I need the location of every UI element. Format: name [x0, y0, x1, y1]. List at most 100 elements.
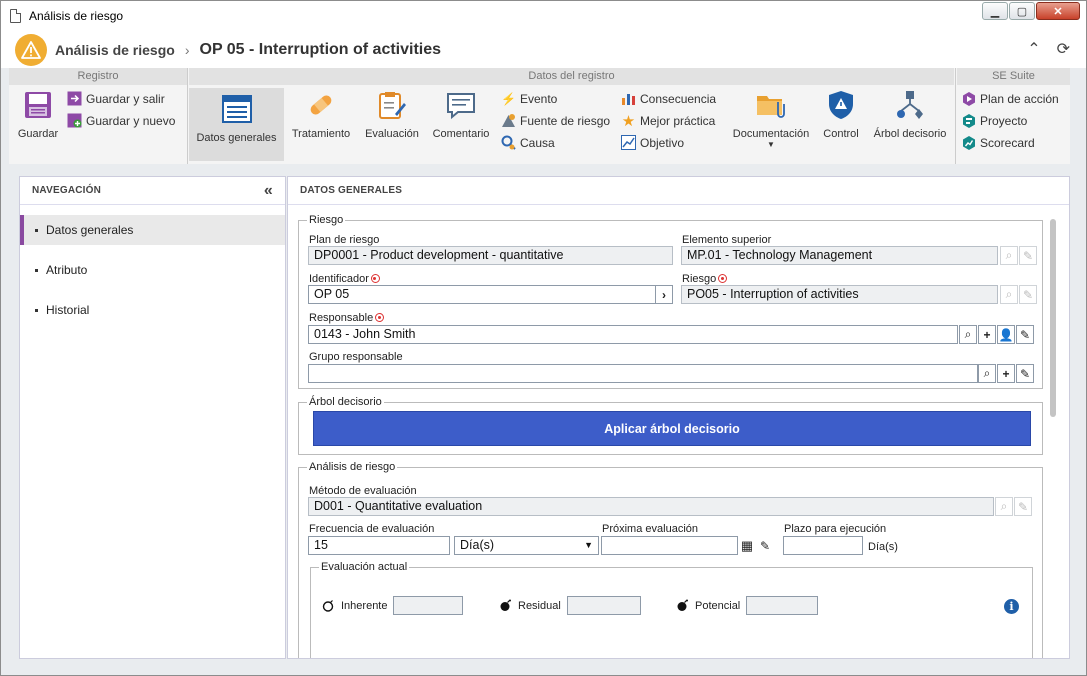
comment-label: Comentario: [432, 128, 490, 140]
add-icon[interactable]: +: [997, 364, 1015, 383]
inherent-bomb-icon: [322, 600, 334, 612]
responsible-group-field[interactable]: [308, 364, 978, 383]
documentation-label: Documentación: [732, 128, 810, 140]
responsible-group-label: Grupo responsable: [309, 351, 403, 363]
save-exit-icon: [67, 91, 82, 106]
ribbon-group-title: Registro: [9, 68, 187, 85]
ribbon-group-title: SE Suite: [957, 68, 1070, 85]
collapse-nav-icon[interactable]: «: [264, 177, 273, 205]
evaluation-method-label: Método de evaluación: [309, 485, 417, 497]
best-practice-button[interactable]: ★ Mejor práctica: [621, 113, 716, 130]
clear-brush-icon[interactable]: ✎: [756, 536, 774, 555]
record-header: Análisis de riesgo › OP 05 - Interruptio…: [1, 31, 1086, 68]
potential-item: Potencial: [676, 596, 819, 615]
action-plan-icon: [961, 91, 976, 106]
save-and-new-button[interactable]: Guardar y nuevo: [67, 113, 175, 128]
decision-tree-button[interactable]: Árbol decisorio: [871, 90, 949, 140]
responsible-label: Responsable: [309, 312, 385, 324]
execution-term-label: Plazo para ejecución: [784, 523, 887, 535]
comment-icon: [446, 90, 476, 120]
required-icon: [375, 313, 385, 322]
clear-brush-icon[interactable]: ✎: [1016, 364, 1034, 383]
clear-brush-icon: ✎: [1019, 246, 1037, 265]
save-exit-label: Guardar y salir: [86, 91, 165, 106]
project-button[interactable]: Proyecto: [961, 113, 1027, 128]
inherent-label: Inherente: [341, 599, 388, 612]
add-icon[interactable]: +: [978, 325, 996, 344]
close-button[interactable]: ✕: [1036, 2, 1080, 20]
potential-label: Potencial: [695, 599, 741, 612]
evaluation-frequency-input[interactable]: 15: [308, 536, 450, 555]
nav-item-attribute[interactable]: Atributo: [20, 255, 285, 285]
parent-element-field: MP.01 - Technology Management: [681, 246, 998, 265]
inherent-value-field: [393, 596, 464, 615]
consequence-button[interactable]: Consecuencia: [621, 91, 716, 106]
frequency-unit-select[interactable]: Día(s) ▼: [454, 536, 599, 555]
vertical-scrollbar[interactable]: [1050, 219, 1056, 417]
nav-item-general-data[interactable]: Datos generales: [20, 215, 285, 245]
shield-icon: [826, 90, 856, 120]
chevron-right-icon[interactable]: ›: [655, 285, 673, 304]
search-icon: ⌕: [995, 497, 1013, 516]
main-pane: DATOS GENERALES Riesgo Plan de riesgo DP…: [287, 176, 1070, 659]
evaluation-frequency-label: Frecuencia de evaluación: [309, 523, 435, 535]
project-label: Proyecto: [980, 113, 1028, 128]
risk-field: PO05 - Interruption of activities: [681, 285, 998, 304]
search-icon: ⌕: [1000, 285, 1018, 304]
general-data-button[interactable]: Datos generales: [189, 88, 284, 161]
residual-label: Residual: [518, 599, 561, 612]
form-icon: [221, 94, 252, 124]
treatment-button[interactable]: Tratamiento: [289, 90, 353, 140]
identifier-label-text: Identificador: [309, 273, 369, 285]
evaluation-button[interactable]: Evaluación: [361, 90, 423, 140]
apply-decision-tree-button[interactable]: Aplicar árbol decisorio: [313, 411, 1031, 446]
ribbon-divider: [187, 68, 188, 164]
line-chart-icon: [621, 135, 636, 150]
decision-tree-legend: Árbol decisorio: [309, 396, 382, 408]
scorecard-button[interactable]: Scorecard: [961, 135, 1035, 150]
next-evaluation-label: Próxima evaluación: [602, 523, 698, 535]
potential-value-field: [746, 596, 819, 615]
control-label: Control: [823, 128, 859, 140]
event-button[interactable]: ⚡ Evento: [501, 91, 557, 106]
documentation-button[interactable]: Documentación ▼: [729, 90, 813, 150]
clear-brush-icon: ✎: [1019, 285, 1037, 304]
search-icon[interactable]: ⌕: [959, 325, 977, 344]
info-icon[interactable]: i: [1004, 599, 1019, 614]
cause-icon: [501, 135, 516, 150]
dropdown-arrow-icon: ▼: [767, 140, 775, 149]
risk-plan-field: DP0001 - Product development - quantitat…: [308, 246, 673, 265]
comment-button[interactable]: Comentario: [429, 90, 493, 140]
identifier-input[interactable]: OP 05: [308, 285, 656, 304]
calendar-icon[interactable]: ▦: [738, 536, 756, 555]
frequency-unit-value: Día(s): [460, 538, 495, 552]
user-icon[interactable]: 👤: [997, 325, 1015, 344]
minimize-button[interactable]: ▁: [982, 2, 1008, 20]
objective-button[interactable]: Objetivo: [621, 135, 684, 150]
potential-bomb-icon: [677, 599, 688, 611]
control-button[interactable]: Control: [817, 90, 865, 140]
save-new-label: Guardar y nuevo: [86, 113, 176, 128]
evaluation-method-field: D001 - Quantitative evaluation: [308, 497, 994, 516]
cause-button[interactable]: Causa: [501, 135, 555, 150]
window-controls: ▁ ▢ ✕: [982, 2, 1080, 20]
risk-source-button[interactable]: Fuente de riesgo: [501, 113, 610, 128]
clear-brush-icon[interactable]: ✎: [1016, 325, 1034, 344]
responsible-field[interactable]: 0143 - John Smith: [308, 325, 958, 344]
navigation-title: NAVEGACIÓN «: [20, 177, 285, 205]
save-icon: [23, 90, 53, 120]
action-plan-button[interactable]: Plan de acción: [961, 91, 1059, 106]
save-and-exit-button[interactable]: Guardar y salir: [67, 91, 165, 106]
save-button[interactable]: Guardar: [13, 90, 63, 140]
nav-item-history[interactable]: Historial: [20, 295, 285, 325]
refresh-icon[interactable]: ⟳: [1057, 39, 1070, 59]
header-app-name: Análisis de riesgo: [55, 41, 175, 58]
navigation-heading: NAVEGACIÓN: [32, 185, 102, 196]
next-evaluation-input[interactable]: [601, 536, 738, 555]
risk-plan-label: Plan de riesgo: [309, 234, 380, 246]
search-icon[interactable]: ⌕: [978, 364, 996, 383]
warning-icon: [15, 33, 47, 66]
maximize-button[interactable]: ▢: [1009, 2, 1035, 20]
execution-term-input[interactable]: [783, 536, 863, 555]
collapse-up-icon[interactable]: ⌃: [1027, 39, 1040, 59]
